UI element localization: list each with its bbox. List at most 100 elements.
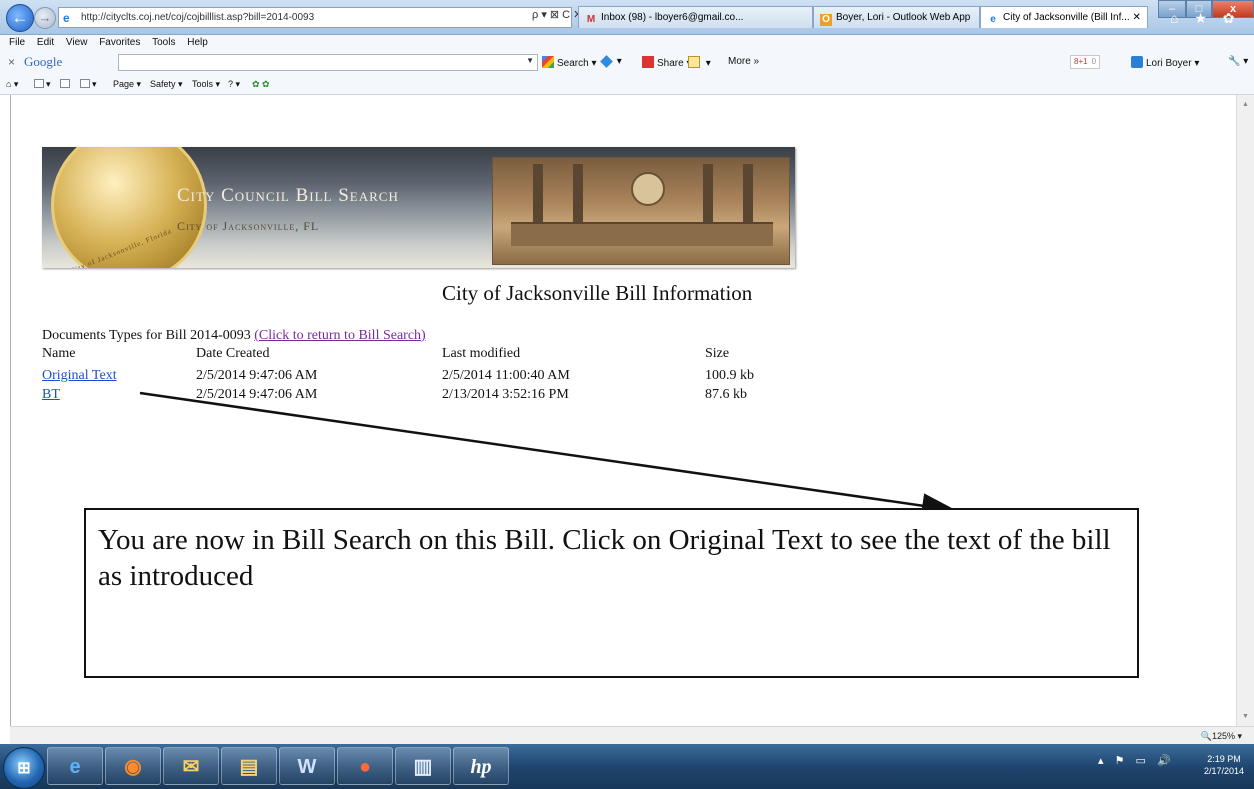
zoom-value: 125% — [1211, 731, 1235, 741]
bill-search-banner: City of Jacksonville, Florida City Counc… — [42, 147, 795, 268]
mail-button[interactable] — [60, 79, 72, 89]
zoom-level[interactable]: 🔍125% ▾ — [1201, 731, 1242, 742]
google-tools-button[interactable]: ▾ — [600, 55, 622, 68]
taskbar-chrome-icon[interactable]: ● — [337, 747, 393, 785]
system-tray-icons[interactable]: ▴ ⚑ ▭ 🔊 — [1098, 754, 1175, 767]
dropdown-arrow-icon[interactable]: ▼ — [526, 56, 534, 65]
tab-label: Boyer, Lori - Outlook Web App — [836, 12, 971, 23]
menu-file[interactable]: File — [9, 37, 25, 48]
star-icon — [688, 56, 700, 68]
date-created-cell: 2/5/2014 9:47:06 AM — [196, 368, 318, 383]
tab-close-icon[interactable]: ✕ — [1133, 12, 1141, 23]
google-logo: Google — [24, 54, 63, 69]
tab-outlook[interactable]: O Boyer, Lori - Outlook Web App — [813, 6, 980, 28]
clock-date: 2/17/2014 — [1204, 766, 1245, 776]
size-cell: 100.9 kb — [705, 368, 754, 383]
taskbar-outlook-icon[interactable]: ✉ — [163, 747, 219, 785]
research-icon[interactable]: ✿ ✿ — [252, 79, 270, 90]
taskbar-word-icon[interactable]: W — [279, 747, 335, 785]
safety-menu[interactable]: Safety ▾ — [150, 79, 183, 90]
command-bar: ⌂ ▾ ▾ ▾ Page ▾ Safety ▾ Tools ▾ ? ▾ ✿ ✿ — [0, 74, 1254, 95]
start-button[interactable]: ⊞ — [3, 747, 45, 789]
home-favorites-tools-icons[interactable]: ⌂ ★ ✿ — [1170, 10, 1241, 27]
help-menu[interactable]: ? ▾ — [228, 79, 240, 90]
council-chamber-photo — [492, 157, 790, 265]
address-controls[interactable]: ρ ▾ ⊠ C ✕ — [532, 8, 582, 21]
status-bar: 🔍125% ▾ — [10, 726, 1254, 745]
document-types-label: Documents Types for Bill 2014-0093 — [42, 328, 255, 343]
outlook-icon: O — [820, 14, 832, 26]
forward-arrow-icon: → — [38, 10, 52, 25]
clock-time: 2:19 PM — [1207, 754, 1241, 764]
plus-one-button[interactable]: 8+1 0 — [1070, 55, 1101, 69]
original-text-link[interactable]: Original Text — [42, 368, 117, 384]
page-title: City of Jacksonville Bill Information — [442, 281, 753, 305]
column-header-date-created: Date Created — [196, 346, 270, 361]
feeds-icon — [34, 79, 44, 88]
chamber-seal — [631, 172, 665, 206]
back-button[interactable]: ← — [6, 4, 34, 32]
menu-bar: File Edit View Favorites Tools Help — [0, 35, 1254, 51]
plus-one-label: 8+1 — [1074, 57, 1088, 66]
column-header-size: Size — [705, 346, 730, 361]
bt-link[interactable]: BT — [42, 387, 60, 403]
banner-title: City Council Bill Search — [177, 185, 399, 206]
toolbar-close-icon[interactable]: × — [8, 55, 15, 69]
page-menu[interactable]: Page ▾ — [113, 79, 141, 90]
last-modified-cell: 2/5/2014 11:00:40 AM — [442, 368, 570, 383]
google-search-button[interactable]: Search ▾ — [542, 56, 597, 69]
mail-icon — [60, 79, 70, 88]
google-toolbar: × Google ▼ Search ▾ ▾ Share ▾ ▾ More » 8… — [0, 51, 1254, 74]
taskbar-notes-icon[interactable]: ▥ — [395, 747, 451, 785]
banner-subtitle: City of Jacksonville, FL — [177, 219, 320, 233]
user-name: Lori Boyer ▾ — [1146, 58, 1200, 69]
print-button[interactable]: ▾ — [80, 79, 97, 90]
tab-city-of-jacksonville[interactable]: e City of Jacksonville (Bill Inf... ✕ — [980, 6, 1148, 28]
home-icon[interactable]: ⌂ ▾ — [6, 79, 18, 90]
tab-label: Inbox (98) - lboyer6@gmail.co... — [601, 12, 744, 23]
menu-tools[interactable]: Tools — [152, 37, 175, 48]
user-account-button[interactable]: Lori Boyer ▾ — [1131, 56, 1199, 69]
tools-menu[interactable]: Tools ▾ — [192, 79, 220, 90]
share-label: Share — [657, 58, 684, 69]
taskbar-hp-icon[interactable]: hp — [453, 747, 509, 785]
document-types-line: Documents Types for Bill 2014-0093 (Clic… — [42, 328, 426, 344]
gmail-icon: M — [586, 14, 596, 25]
google-search-input[interactable]: ▼ — [118, 54, 538, 71]
column-header-last-modified: Last modified — [442, 346, 521, 361]
plus-one-count: 0 — [1091, 57, 1097, 66]
size-cell: 87.6 kb — [705, 387, 747, 402]
feeds-button[interactable]: ▾ — [34, 79, 51, 90]
tab-gmail[interactable]: M Inbox (98) - lboyer6@gmail.co... — [578, 6, 813, 28]
taskbar-clock[interactable]: 2:19 PM 2/17/2014 — [1204, 753, 1244, 777]
last-modified-cell: 2/13/2014 3:52:16 PM — [442, 387, 569, 402]
address-bar[interactable]: e http://cityclts.coj.net/coj/cojbilllist… — [58, 7, 572, 28]
vertical-scrollbar[interactable]: ▲ ▼ — [1236, 95, 1254, 726]
wrench-icon[interactable]: 🔧 ▾ — [1228, 56, 1248, 67]
date-created-cell: 2/5/2014 9:47:06 AM — [196, 387, 318, 402]
scroll-up-icon[interactable]: ▲ — [1242, 101, 1249, 108]
ie-page-icon: e — [63, 11, 70, 25]
share-button[interactable]: Share ▾ — [642, 56, 692, 69]
tab-label: City of Jacksonville (Bill Inf... — [1003, 12, 1130, 23]
taskbar-ie-icon[interactable]: e — [47, 747, 103, 785]
address-url: http://cityclts.coj.net/coj/cojbilllist.… — [81, 12, 315, 23]
user-icon — [1131, 56, 1143, 68]
annotation-callout: You are now in Bill Search on this Bill.… — [84, 508, 1139, 678]
menu-favorites[interactable]: Favorites — [99, 37, 140, 48]
more-button[interactable]: More » — [728, 56, 759, 67]
scroll-down-icon[interactable]: ▼ — [1242, 713, 1249, 720]
bookmark-button[interactable]: ▾ — [688, 56, 711, 69]
menu-view[interactable]: View — [66, 37, 88, 48]
column-header-name: Name — [42, 346, 76, 361]
return-to-bill-search-link[interactable]: (Click to return to Bill Search) — [254, 328, 425, 343]
menu-help[interactable]: Help — [187, 37, 208, 48]
taskbar-firefox-icon[interactable]: ◉ — [105, 747, 161, 785]
back-arrow-icon: ← — [11, 8, 29, 27]
menu-edit[interactable]: Edit — [37, 37, 54, 48]
taskbar-folder-icon[interactable]: ▤ — [221, 747, 277, 785]
browser-titlebar: ← → e http://cityclts.coj.net/coj/cojbill… — [0, 0, 1254, 35]
diamond-icon — [600, 55, 613, 68]
council-dais — [511, 222, 773, 246]
forward-button[interactable]: → — [34, 7, 56, 29]
